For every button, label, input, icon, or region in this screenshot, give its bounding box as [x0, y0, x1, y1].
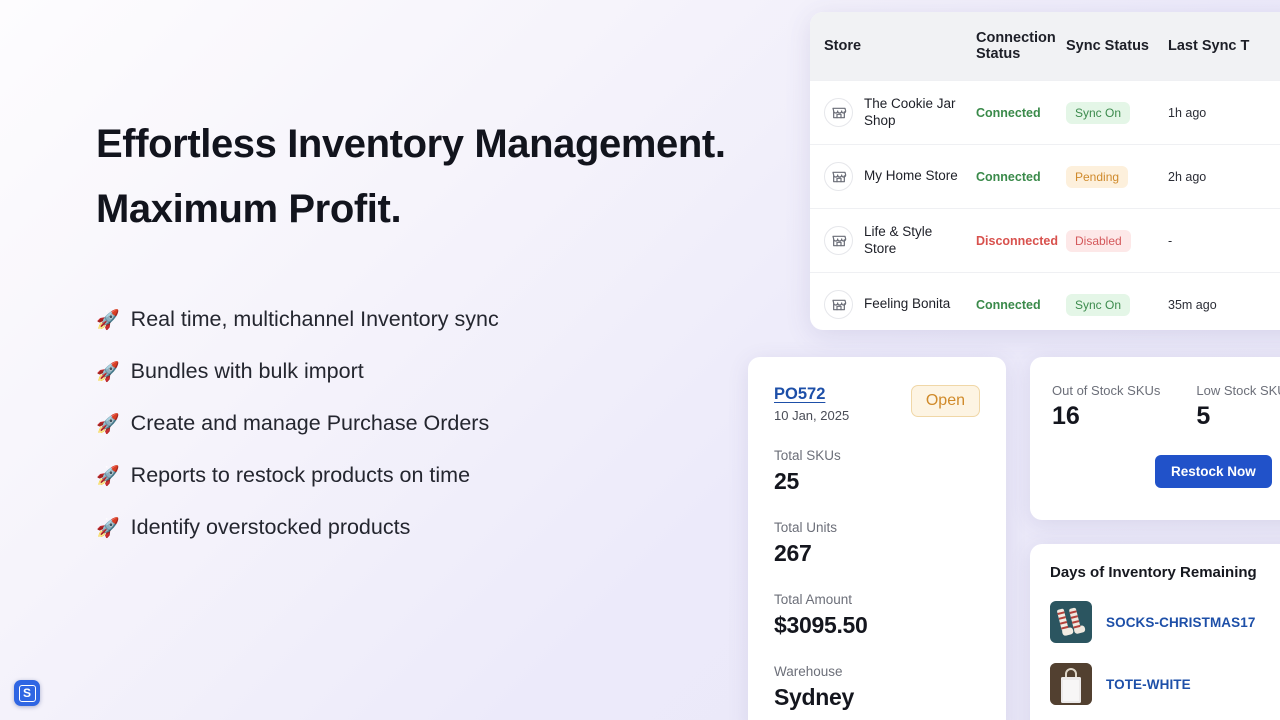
store-cell: Life & Style Store — [824, 224, 976, 258]
page-title: Effortless Inventory Management. Maximum… — [96, 112, 756, 242]
storefront-icon — [824, 290, 853, 319]
feature-label: Reports to restock products on time — [130, 463, 471, 487]
sync-status-cell: Sync On — [1066, 101, 1168, 124]
column-header-sync-status: Sync Status — [1066, 38, 1149, 54]
list-item[interactable]: SOCKS-CHRISTMAS17 — [1050, 601, 1280, 643]
inventory-card-title: Days of Inventory Remaining — [1050, 564, 1257, 581]
product-sku-label: TOTE-WHITE — [1106, 676, 1191, 692]
total-skus-value: 25 — [774, 468, 799, 494]
list-item: 🚀 Identify overstocked products — [96, 502, 696, 554]
headline-line-2: Maximum Profit. — [96, 186, 402, 231]
feature-label: Bundles with bulk import — [130, 359, 364, 383]
status-badge: Open — [910, 385, 980, 417]
low-stock-stat: Low Stock SKUs 5 — [1196, 383, 1280, 431]
feature-label: Real time, multichannel Inventory sync — [130, 307, 499, 331]
sync-status-cell: Disabled — [1066, 229, 1168, 252]
hero-section: Effortless Inventory Management. Maximum… — [96, 112, 756, 242]
stock-stats-row: Out of Stock SKUs 16 Low Stock SKUs 5 — [1052, 383, 1280, 431]
list-item: 🚀 Real time, multichannel Inventory sync — [96, 294, 696, 346]
warehouse-stat: Warehouse Sydney — [774, 664, 980, 711]
low-stock-label: Low Stock SKUs — [1196, 383, 1280, 398]
connection-status: Connected — [976, 169, 1041, 184]
status-badge: Disabled — [1066, 229, 1131, 252]
table-header-row: Store Connection Status Sync Status Last… — [810, 12, 1280, 80]
out-of-stock-value: 16 — [1052, 402, 1080, 430]
rocket-icon: 🚀 — [96, 518, 120, 539]
purchase-order-meta: PO572 10 Jan, 2025 — [774, 385, 849, 423]
rocket-icon: 🚀 — [96, 362, 120, 383]
purchase-order-header: PO572 10 Jan, 2025 Open — [774, 385, 980, 423]
out-of-stock-label: Out of Stock SKUs — [1052, 383, 1161, 398]
total-skus-stat: Total SKUs 25 — [774, 448, 980, 495]
total-amount-label: Total Amount — [774, 592, 853, 607]
table-row[interactable]: Feeling Bonita Connected Sync On 35m ago — [810, 272, 1280, 330]
stock-summary-card: Out of Stock SKUs 16 Low Stock SKUs 5 Re… — [1030, 357, 1280, 520]
store-cell: The Cookie Jar Shop — [824, 96, 976, 130]
table-row[interactable]: My Home Store Connected Pending 2h ago — [810, 144, 1280, 208]
feature-list: 🚀 Real time, multichannel Inventory sync… — [96, 294, 696, 554]
brand-logo-badge[interactable]: S — [14, 680, 40, 706]
total-units-value: 267 — [774, 540, 812, 566]
store-name: Life & Style Store — [864, 223, 933, 256]
status-badge: Pending — [1066, 165, 1129, 188]
storefront-icon — [824, 162, 853, 191]
total-amount-value: $3095.50 — [774, 612, 868, 638]
total-skus-label: Total SKUs — [774, 448, 841, 463]
storefront-icon — [824, 98, 853, 127]
total-units-label: Total Units — [774, 520, 838, 535]
last-sync-time: 2h ago — [1168, 169, 1207, 184]
last-sync-time: 35m ago — [1168, 297, 1217, 312]
sync-status-cell: Pending — [1066, 165, 1168, 188]
column-header-store: Store — [824, 38, 862, 54]
connection-status: Connected — [976, 105, 1041, 120]
list-item: 🚀 Bundles with bulk import — [96, 346, 696, 398]
rocket-icon: 🚀 — [96, 414, 120, 435]
store-name: My Home Store — [864, 168, 958, 184]
table-row[interactable]: Life & Style Store Disconnected Disabled… — [810, 208, 1280, 272]
product-thumbnail-socks — [1050, 601, 1092, 643]
list-item[interactable]: TOTE-WHITE — [1050, 663, 1280, 705]
product-thumbnail-tote — [1050, 663, 1092, 705]
sync-status-cell: Sync On — [1066, 293, 1168, 316]
last-sync-time: 1h ago — [1168, 105, 1207, 120]
low-stock-value: 5 — [1196, 402, 1211, 430]
warehouse-label: Warehouse — [774, 664, 843, 679]
total-units-stat: Total Units 267 — [774, 520, 980, 567]
table-row[interactable]: The Cookie Jar Shop Connected Sync On 1h… — [810, 80, 1280, 144]
out-of-stock-stat: Out of Stock SKUs 16 — [1052, 383, 1160, 431]
connection-status: Disconnected — [976, 233, 1058, 248]
total-amount-stat: Total Amount $3095.50 — [774, 592, 980, 639]
product-sku-label: SOCKS-CHRISTMAS17 — [1106, 614, 1256, 630]
headline-line-1: Effortless Inventory Management. — [96, 122, 726, 166]
days-of-inventory-card: Days of Inventory Remaining SOCKS-CHRIST… — [1030, 544, 1280, 720]
purchase-order-link[interactable]: PO572 — [774, 385, 849, 404]
list-item: 🚀 Reports to restock products on time — [96, 450, 696, 502]
status-badge: Sync On — [1066, 293, 1131, 316]
column-header-connection-status: Connection Status — [976, 30, 1056, 62]
feature-label: Create and manage Purchase Orders — [130, 411, 490, 435]
store-cell: Feeling Bonita — [824, 290, 976, 319]
purchase-order-card: PO572 10 Jan, 2025 Open Total SKUs 25 To… — [748, 357, 1006, 720]
warehouse-value: Sydney — [774, 684, 855, 710]
store-cell: My Home Store — [824, 162, 976, 191]
store-name: The Cookie Jar Shop — [864, 95, 956, 128]
purchase-order-date: 10 Jan, 2025 — [774, 408, 850, 423]
status-badge: Sync On — [1066, 101, 1131, 124]
list-item: 🚀 Create and manage Purchase Orders — [96, 398, 696, 450]
brand-letter: S — [18, 684, 36, 702]
connection-status: Connected — [976, 297, 1041, 312]
feature-label: Identify overstocked products — [130, 515, 411, 539]
last-sync-time: - — [1168, 233, 1173, 248]
column-header-last-sync-time: Last Sync T — [1168, 38, 1250, 54]
store-name: Feeling Bonita — [864, 296, 951, 312]
rocket-icon: 🚀 — [96, 310, 120, 331]
storefront-icon — [824, 226, 853, 255]
restock-now-button[interactable]: Restock Now — [1155, 455, 1272, 488]
store-connection-table: Store Connection Status Sync Status Last… — [810, 12, 1280, 330]
rocket-icon: 🚀 — [96, 466, 120, 487]
